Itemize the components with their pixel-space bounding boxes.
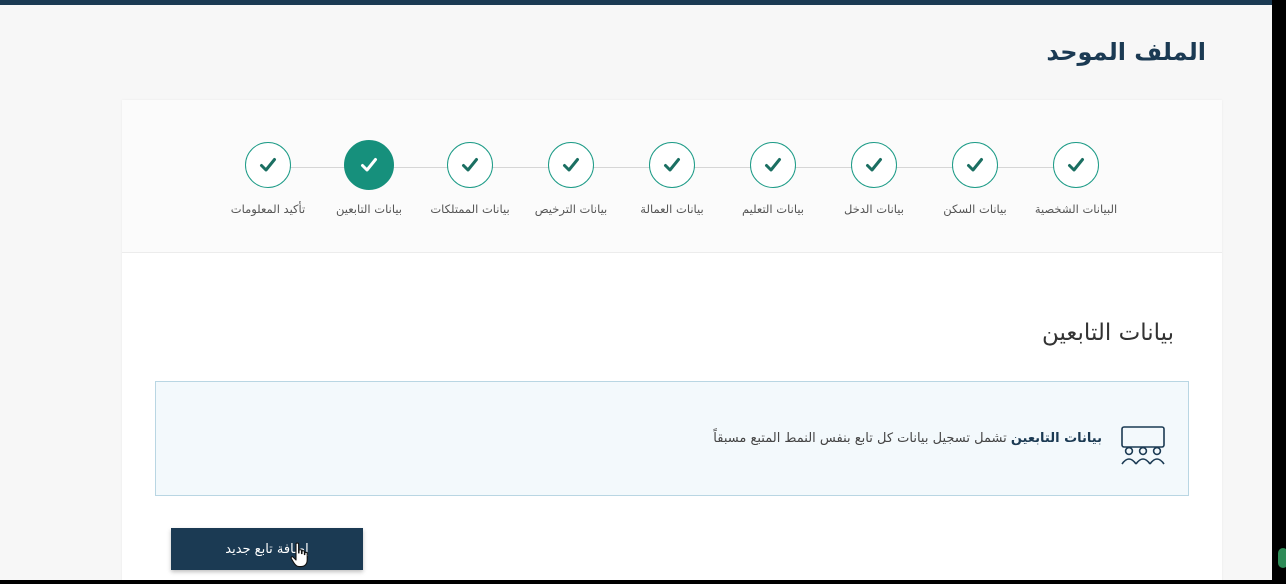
info-text-bold: بيانات التابعين — [1010, 431, 1102, 446]
check-icon — [1068, 158, 1084, 172]
check-icon — [765, 158, 781, 172]
step-9[interactable]: تأكيد المعلومات — [198, 142, 338, 216]
step-circle — [750, 142, 796, 188]
step-circle — [548, 142, 594, 188]
check-icon — [462, 158, 478, 172]
app-window: الملف الموحد البيانات الشخصية بيانات السك… — [0, 0, 1272, 580]
window-edge — [1272, 0, 1286, 584]
info-box: بيانات التابعين تشمل تسجيل بيانات كل تاب… — [155, 381, 1189, 496]
hand-pointer-icon — [290, 542, 308, 568]
step-circle — [649, 142, 695, 188]
check-icon — [967, 158, 983, 172]
check-icon — [866, 158, 882, 172]
step-circle — [851, 142, 897, 188]
step-circle — [344, 140, 394, 190]
step-circle — [1053, 142, 1099, 188]
page-title: الملف الموحد — [1046, 38, 1206, 66]
family-icon — [1121, 426, 1165, 465]
step-label: تأكيد المعلومات — [230, 202, 306, 216]
check-icon — [664, 158, 680, 172]
check-icon — [260, 158, 276, 172]
top-accent-bar — [0, 0, 1272, 5]
info-text: بيانات التابعين تشمل تسجيل بيانات كل تاب… — [713, 431, 1102, 446]
check-icon — [361, 158, 377, 172]
section-title: بيانات التابعين — [1041, 320, 1174, 346]
check-icon — [563, 158, 579, 172]
step-circle — [952, 142, 998, 188]
add-dependent-button[interactable]: إضافة تابع جديد — [171, 528, 363, 570]
info-text-body: تشمل تسجيل بيانات كل تابع بنفس النمط الم… — [713, 431, 1011, 446]
step-circle — [245, 142, 291, 188]
edge-indicator — [1278, 548, 1286, 568]
step-circle — [447, 142, 493, 188]
